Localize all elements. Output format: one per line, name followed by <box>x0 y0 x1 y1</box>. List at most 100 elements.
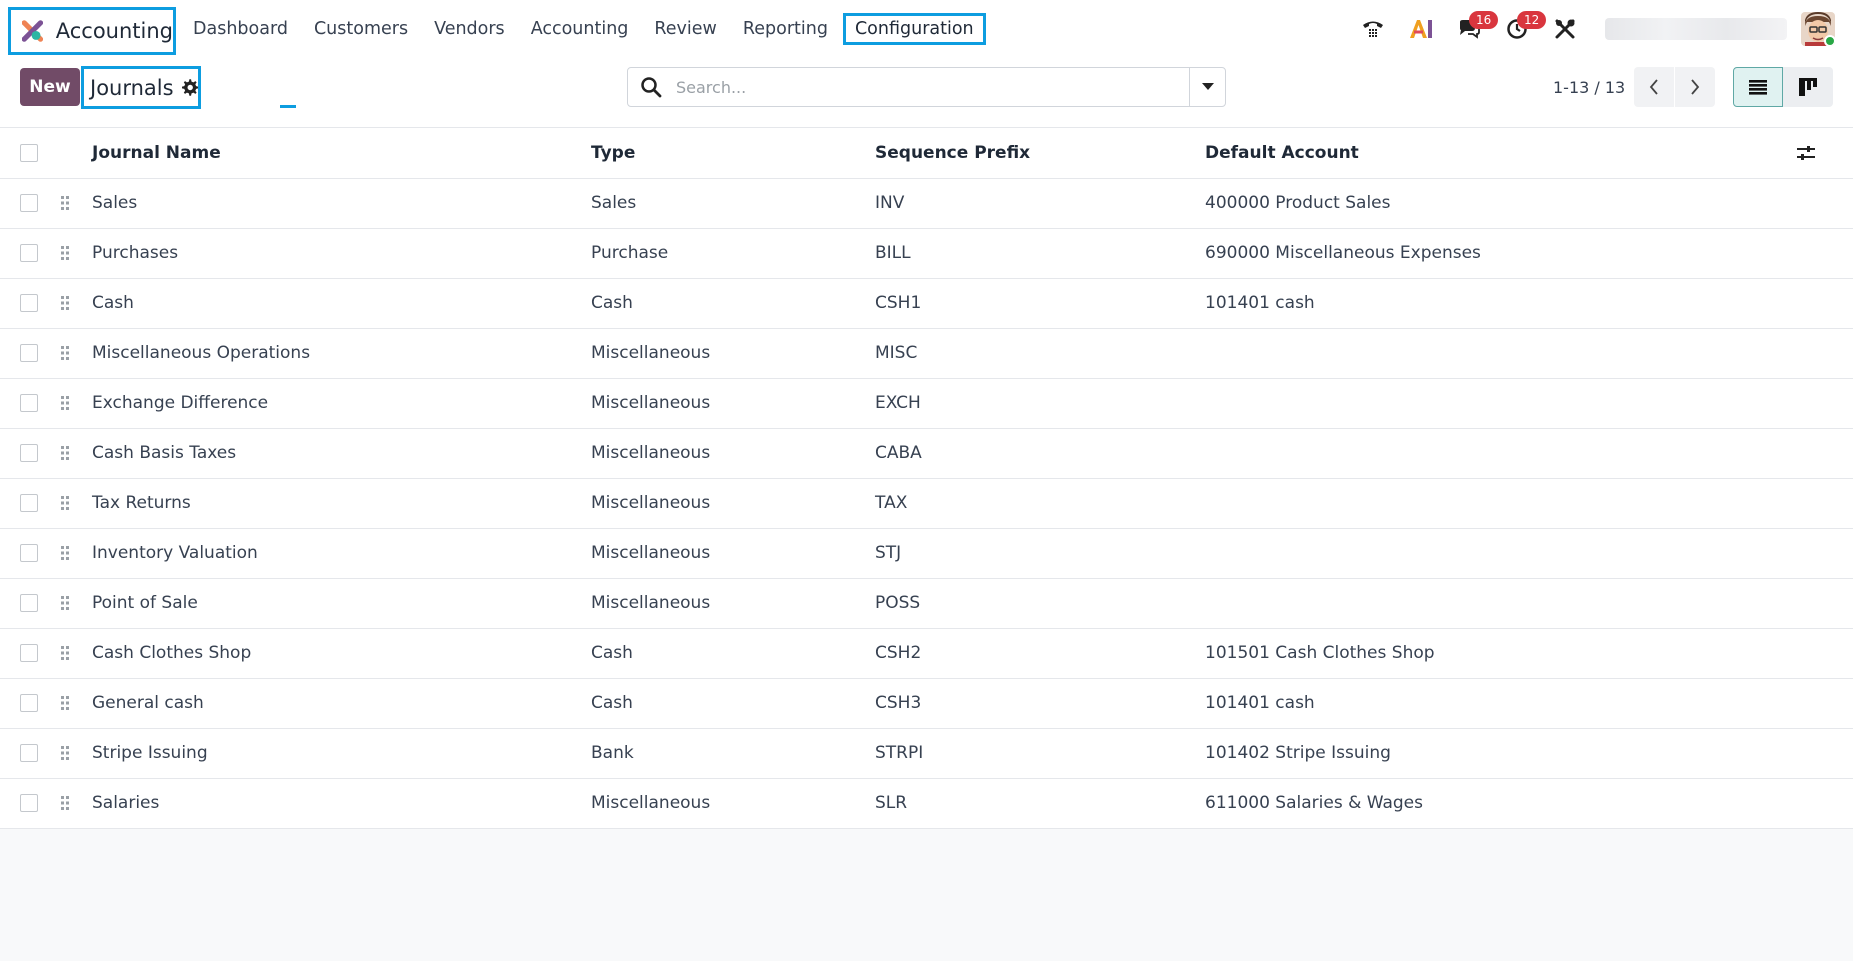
row-checkbox[interactable] <box>20 294 38 312</box>
cell-sequence-prefix[interactable]: STRPI <box>875 728 1205 779</box>
column-header-sequence-prefix[interactable]: Sequence Prefix <box>875 128 1205 179</box>
row-checkbox[interactable] <box>20 544 38 562</box>
cell-journal-name[interactable]: Point of Sale <box>92 578 591 629</box>
cell-default-account[interactable] <box>1205 378 1797 429</box>
cell-type[interactable]: Miscellaneous <box>591 428 875 479</box>
cell-sequence-prefix[interactable]: TAX <box>875 478 1205 529</box>
cell-journal-name[interactable]: Purchases <box>92 228 591 279</box>
cell-journal-name[interactable]: Tax Returns <box>92 478 591 529</box>
cell-default-account[interactable]: 101501 Cash Clothes Shop <box>1205 628 1797 679</box>
drag-handle-icon[interactable] <box>58 494 72 512</box>
cell-sequence-prefix[interactable]: INV <box>875 178 1205 229</box>
table-row[interactable]: Exchange Difference Miscellaneous EXCH <box>0 378 1853 429</box>
cell-default-account[interactable]: 101401 cash <box>1205 678 1797 729</box>
cell-default-account[interactable]: 611000 Salaries & Wages <box>1205 778 1797 829</box>
cell-sequence-prefix[interactable]: CSH3 <box>875 678 1205 729</box>
table-row[interactable]: Cash Cash CSH1 101401 cash <box>0 278 1853 329</box>
messages-button[interactable]: 16 <box>1449 9 1499 49</box>
menu-vendors[interactable]: Vendors <box>421 0 518 58</box>
cell-journal-name[interactable]: Miscellaneous Operations <box>92 328 591 379</box>
cell-sequence-prefix[interactable]: BILL <box>875 228 1205 279</box>
table-row[interactable]: Cash Basis Taxes Miscellaneous CABA <box>0 428 1853 479</box>
list-view-button[interactable] <box>1733 67 1783 107</box>
cell-type[interactable]: Miscellaneous <box>591 578 875 629</box>
company-switcher-blurred[interactable] <box>1605 18 1787 40</box>
cell-type[interactable]: Purchase <box>591 228 875 279</box>
table-row[interactable]: Purchases Purchase BILL 690000 Miscellaneou… <box>0 228 1853 279</box>
pager-next-button[interactable] <box>1675 67 1715 107</box>
ai-icon[interactable] <box>1401 9 1441 49</box>
debug-tools-button[interactable] <box>1545 9 1585 49</box>
row-checkbox[interactable] <box>20 744 38 762</box>
cell-journal-name[interactable]: Exchange Difference <box>92 378 591 429</box>
cell-type[interactable]: Miscellaneous <box>591 328 875 379</box>
search-options-toggle[interactable] <box>1189 68 1225 106</box>
drag-handle-icon[interactable] <box>58 244 72 262</box>
table-row[interactable]: General cash Cash CSH3 101401 cash <box>0 678 1853 729</box>
user-avatar[interactable] <box>1801 12 1835 46</box>
cell-default-account[interactable]: 101401 cash <box>1205 278 1797 329</box>
cell-type[interactable]: Miscellaneous <box>591 478 875 529</box>
column-header-journal-name[interactable]: Journal Name <box>92 128 591 179</box>
cell-default-account[interactable] <box>1205 478 1797 529</box>
drag-handle-icon[interactable] <box>58 744 72 762</box>
cell-default-account[interactable] <box>1205 528 1797 579</box>
cell-type[interactable]: Sales <box>591 178 875 229</box>
table-row[interactable]: Inventory Valuation Miscellaneous STJ <box>0 528 1853 579</box>
cell-sequence-prefix[interactable]: CSH1 <box>875 278 1205 329</box>
row-checkbox[interactable] <box>20 494 38 512</box>
pager-value[interactable]: 1-13 / 13 <box>1553 78 1625 97</box>
cell-sequence-prefix[interactable]: MISC <box>875 328 1205 379</box>
cell-journal-name[interactable]: Stripe Issuing <box>92 728 591 779</box>
cell-sequence-prefix[interactable]: EXCH <box>875 378 1205 429</box>
menu-accounting[interactable]: Accounting <box>518 0 642 58</box>
cell-default-account[interactable]: 400000 Product Sales <box>1205 178 1797 229</box>
drag-handle-icon[interactable] <box>58 444 72 462</box>
cell-journal-name[interactable]: Cash <box>92 278 591 329</box>
table-row[interactable]: Sales Sales INV 400000 Product Sales <box>0 178 1853 229</box>
table-row[interactable]: Salaries Miscellaneous SLR 611000 Salaries … <box>0 778 1853 829</box>
drag-handle-icon[interactable] <box>58 794 72 812</box>
drag-handle-icon[interactable] <box>58 594 72 612</box>
select-all-checkbox[interactable] <box>20 143 38 162</box>
menu-dashboard[interactable]: Dashboard <box>180 0 301 58</box>
cell-journal-name[interactable]: General cash <box>92 678 591 729</box>
table-row[interactable]: Cash Clothes Shop Cash CSH2 101501 Cash Clo… <box>0 628 1853 679</box>
row-checkbox[interactable] <box>20 244 38 262</box>
table-row[interactable]: Point of Sale Miscellaneous POSS <box>0 578 1853 629</box>
row-checkbox[interactable] <box>20 344 38 362</box>
cell-type[interactable]: Cash <box>591 278 875 329</box>
cell-type[interactable]: Cash <box>591 678 875 729</box>
drag-handle-icon[interactable] <box>58 394 72 412</box>
row-checkbox[interactable] <box>20 594 38 612</box>
row-checkbox[interactable] <box>20 694 38 712</box>
cell-type[interactable]: Miscellaneous <box>591 378 875 429</box>
search-input[interactable] <box>662 68 1189 106</box>
menu-review[interactable]: Review <box>641 0 729 58</box>
row-checkbox[interactable] <box>20 194 38 212</box>
cell-sequence-prefix[interactable]: CABA <box>875 428 1205 479</box>
cell-sequence-prefix[interactable]: STJ <box>875 528 1205 579</box>
cell-journal-name[interactable]: Inventory Valuation <box>92 528 591 579</box>
kanban-view-button[interactable] <box>1783 67 1833 107</box>
menu-reporting[interactable]: Reporting <box>730 0 841 58</box>
cell-default-account[interactable] <box>1205 428 1797 479</box>
app-brand-accounting[interactable]: Accounting <box>8 7 176 55</box>
activities-button[interactable]: 12 <box>1497 9 1547 49</box>
row-checkbox[interactable] <box>20 394 38 412</box>
cell-default-account[interactable] <box>1205 578 1797 629</box>
cell-default-account[interactable] <box>1205 328 1797 379</box>
column-header-type[interactable]: Type <box>591 128 875 179</box>
cell-journal-name[interactable]: Sales <box>92 178 591 229</box>
menu-configuration[interactable]: Configuration <box>842 13 986 45</box>
cell-journal-name[interactable]: Cash Basis Taxes <box>92 428 591 479</box>
cell-sequence-prefix[interactable]: POSS <box>875 578 1205 629</box>
table-row[interactable]: Miscellaneous Operations Miscellaneous MIS… <box>0 328 1853 379</box>
drag-handle-icon[interactable] <box>58 694 72 712</box>
new-button[interactable]: New <box>20 68 80 106</box>
drag-handle-icon[interactable] <box>58 294 72 312</box>
cell-sequence-prefix[interactable]: CSH2 <box>875 628 1205 679</box>
drag-handle-icon[interactable] <box>58 544 72 562</box>
drag-handle-icon[interactable] <box>58 644 72 662</box>
sliders-icon[interactable] <box>1797 145 1815 161</box>
